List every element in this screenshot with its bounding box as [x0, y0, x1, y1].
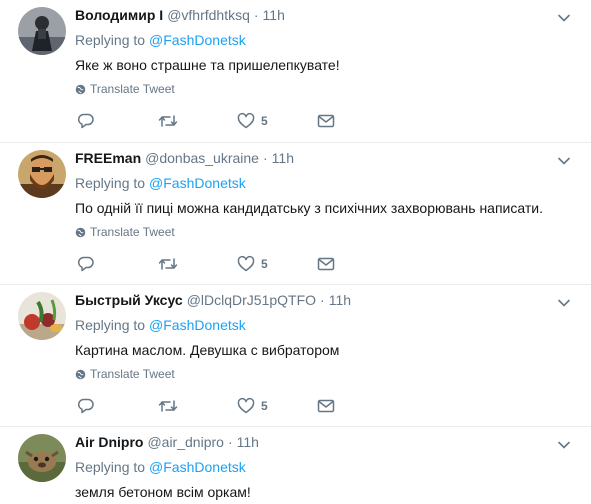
- tweet[interactable]: FREEman @donbas_ukraine · 11h Replying t…: [0, 143, 591, 285]
- separator-dot: ·: [320, 292, 325, 308]
- heart-icon: [237, 112, 255, 129]
- tweet-header: Air Dnipro @air_dnipro · 11h: [75, 434, 259, 454]
- tweet[interactable]: Air Dnipro @air_dnipro · 11h Replying to…: [0, 427, 591, 504]
- tweet-header: Володимир I @vfhrfdhtksq · 11h: [75, 7, 285, 27]
- avatar[interactable]: [18, 7, 66, 55]
- translate-tweet-link[interactable]: Translate Tweet: [75, 367, 175, 381]
- like-count: 5: [261, 114, 268, 128]
- display-name[interactable]: Володимир I: [75, 7, 163, 23]
- avatar[interactable]: [18, 150, 66, 198]
- envelope-icon: [317, 257, 335, 271]
- translate-tweet-link[interactable]: Translate Tweet: [75, 82, 175, 96]
- display-name[interactable]: Air Dnipro: [75, 434, 143, 450]
- like-button[interactable]: 5: [237, 254, 268, 274]
- translate-label: Translate Tweet: [90, 367, 175, 381]
- tweet-actions: 5: [75, 254, 345, 274]
- user-handle[interactable]: @air_dnipro: [147, 434, 223, 450]
- direct-message-button[interactable]: [317, 111, 335, 131]
- reply-icon: [77, 256, 94, 272]
- retweet-icon: [158, 115, 178, 127]
- display-name[interactable]: FREEman: [75, 150, 141, 166]
- retweet-icon: [158, 400, 178, 412]
- tweet-text: По одній її пиці можна кандидатську з пс…: [75, 200, 543, 216]
- replying-to: Replying to @FashDonetsk: [75, 32, 246, 48]
- direct-message-button[interactable]: [317, 254, 335, 274]
- chevron-down-icon[interactable]: [557, 154, 571, 168]
- mention-link[interactable]: @FashDonetsk: [149, 32, 246, 48]
- tweet-text: Картина маслом. Девушка с вибратором: [75, 342, 340, 358]
- replying-to: Replying to @FashDonetsk: [75, 175, 246, 191]
- envelope-icon: [317, 114, 335, 128]
- tweet[interactable]: Володимир I @vfhrfdhtksq · 11h Replying …: [0, 0, 591, 143]
- tweet-actions: 5: [75, 396, 345, 416]
- chevron-down-icon[interactable]: [557, 296, 571, 310]
- retweet-button[interactable]: [158, 396, 178, 416]
- like-button[interactable]: 5: [237, 111, 268, 131]
- tweet-actions: 5: [75, 111, 345, 131]
- separator-dot: ·: [262, 150, 268, 166]
- replying-label: Replying to: [75, 317, 146, 333]
- replying-to: Replying to @FashDonetsk: [75, 317, 246, 333]
- tweet-replies-feed: Володимир I @vfhrfdhtksq · 11h Replying …: [0, 0, 591, 504]
- heart-icon: [237, 255, 255, 272]
- tweet-text: земля бетоном всім оркам!: [75, 484, 251, 500]
- envelope-icon: [317, 399, 335, 413]
- mention-link[interactable]: @FashDonetsk: [149, 175, 246, 191]
- tweet-text: Яке ж воно страшне та пришелепкувате!: [75, 57, 340, 73]
- timestamp[interactable]: 11h: [237, 434, 259, 450]
- display-name[interactable]: Быстрый Уксус: [75, 292, 183, 308]
- reply-button[interactable]: [77, 111, 95, 131]
- heart-icon: [237, 397, 255, 414]
- tweet-header: Быстрый Уксус @lDclqDrJ51pQTFO · 11h: [75, 292, 351, 312]
- direct-message-button[interactable]: [317, 396, 335, 416]
- translate-label: Translate Tweet: [90, 82, 175, 96]
- translate-label: Translate Tweet: [90, 225, 175, 239]
- reply-icon: [77, 398, 94, 414]
- tweet-header: FREEman @donbas_ukraine · 11h: [75, 150, 294, 170]
- user-handle[interactable]: @vfhrfdhtksq: [167, 7, 250, 23]
- timestamp[interactable]: 11h: [263, 7, 285, 23]
- translate-tweet-link[interactable]: Translate Tweet: [75, 225, 175, 239]
- chevron-down-icon[interactable]: [557, 11, 571, 25]
- user-handle[interactable]: @lDclqDrJ51pQTFO: [187, 292, 316, 308]
- avatar[interactable]: [18, 292, 66, 340]
- globe-icon: [75, 369, 86, 379]
- replying-label: Replying to: [75, 32, 146, 48]
- user-handle[interactable]: @donbas_ukraine: [145, 150, 259, 166]
- reply-icon: [77, 113, 94, 129]
- avatar[interactable]: [18, 434, 66, 482]
- globe-icon: [75, 227, 86, 237]
- replying-to: Replying to @FashDonetsk: [75, 459, 246, 475]
- mention-link[interactable]: @FashDonetsk: [149, 459, 246, 475]
- reply-button[interactable]: [77, 396, 95, 416]
- like-count: 5: [261, 257, 268, 271]
- globe-icon: [75, 84, 86, 94]
- tweet[interactable]: Быстрый Уксус @lDclqDrJ51pQTFO · 11h Rep…: [0, 285, 591, 427]
- like-count: 5: [261, 399, 268, 413]
- chevron-down-icon[interactable]: [557, 438, 571, 452]
- like-button[interactable]: 5: [237, 396, 268, 416]
- retweet-button[interactable]: [158, 111, 178, 131]
- separator-dot: ·: [227, 434, 233, 450]
- separator-dot: ·: [253, 7, 259, 23]
- replying-label: Replying to: [75, 175, 146, 191]
- retweet-icon: [158, 258, 178, 270]
- timestamp[interactable]: 11h: [272, 150, 294, 166]
- replying-label: Replying to: [75, 459, 146, 475]
- retweet-button[interactable]: [158, 254, 178, 274]
- mention-link[interactable]: @FashDonetsk: [149, 317, 246, 333]
- timestamp[interactable]: 11h: [329, 292, 351, 308]
- reply-button[interactable]: [77, 254, 95, 274]
